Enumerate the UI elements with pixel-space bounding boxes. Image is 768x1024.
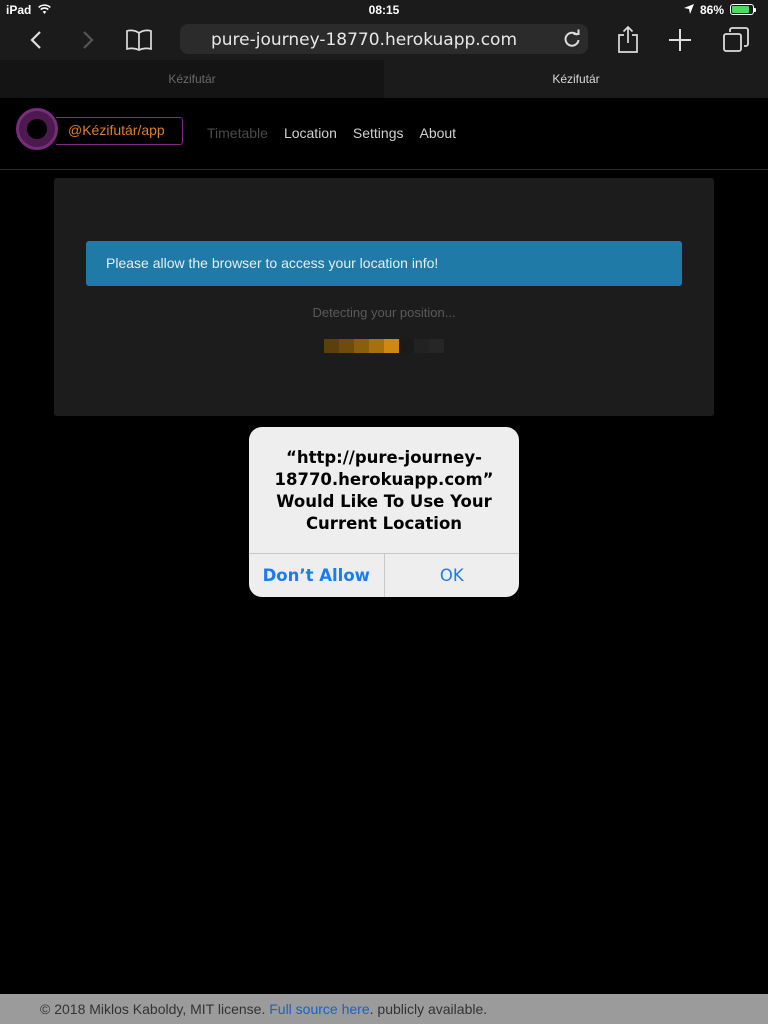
tab-title: Kézifutár (168, 72, 216, 86)
nav-settings[interactable]: Settings (353, 125, 404, 141)
share-button[interactable] (612, 24, 644, 56)
dialog-actions: Don’t Allow OK (249, 553, 519, 597)
battery-fill (732, 6, 750, 13)
ok-button[interactable]: OK (385, 554, 520, 597)
app-logo[interactable]: @Kézifutár/app (16, 108, 183, 150)
tabs-button[interactable] (720, 24, 752, 56)
loader-segment (384, 339, 399, 353)
location-permission-alert: Please allow the browser to access your … (86, 241, 682, 286)
loader-segment (339, 339, 354, 353)
clock: 08:15 (368, 3, 400, 17)
location-arrow-icon (684, 4, 694, 14)
footer-copyright: © 2018 Miklos Kaboldy, MIT license. (40, 1001, 266, 1017)
loader-segment (369, 339, 384, 353)
nav-about[interactable]: About (419, 125, 456, 141)
app-header: @Kézifutár/app Timetable Location Settin… (0, 98, 768, 170)
chevron-left-icon (30, 31, 41, 49)
new-tab-button[interactable] (664, 24, 696, 56)
dialog-title: “http://pure-journey-18770.herokuapp.com… (274, 448, 494, 533)
battery-percentage: 86% (700, 3, 725, 17)
chevron-right-icon (83, 31, 94, 49)
logo-ring-icon (16, 108, 58, 150)
tab-inactive[interactable]: Kézifutár (0, 60, 384, 98)
status-bar: iPad 08:15 86% (0, 0, 768, 20)
loader-segment (324, 339, 339, 353)
bookmarks-button[interactable] (123, 24, 155, 56)
logo-text: @Kézifutár/app (68, 122, 165, 138)
address-bar[interactable]: pure-journey-18770.herokuapp.com (180, 24, 588, 54)
main-nav: Timetable Location Settings About (207, 125, 456, 141)
source-link[interactable]: Full source here (269, 1001, 369, 1017)
detecting-status: Detecting your position... (312, 305, 456, 320)
tabs-icon (723, 27, 749, 52)
dont-allow-button[interactable]: Don’t Allow (249, 554, 385, 597)
loader-segment (414, 339, 429, 353)
footer-suffix: . publicly available. (369, 1001, 488, 1017)
forward-button[interactable] (72, 24, 104, 56)
nav-timetable[interactable]: Timetable (207, 125, 268, 141)
loading-indicator (324, 339, 444, 353)
reload-icon[interactable] (562, 29, 582, 49)
location-permission-dialog: “http://pure-journey-18770.herokuapp.com… (249, 427, 519, 597)
book-icon (126, 29, 152, 51)
footer: © 2018 Miklos Kaboldy, MIT license. Full… (0, 994, 768, 1024)
back-button[interactable] (20, 24, 52, 56)
browser-toolbar: pure-journey-18770.herokuapp.com (0, 20, 768, 60)
battery-icon (730, 4, 756, 15)
tab-active[interactable]: Kézifutár (384, 60, 768, 98)
url-text: pure-journey-18770.herokuapp.com (210, 30, 518, 50)
loader-segment (354, 339, 369, 353)
tab-title: Kézifutár (552, 72, 600, 86)
nav-location[interactable]: Location (284, 125, 337, 141)
plus-icon (669, 29, 691, 51)
loader-segment (399, 339, 414, 353)
tab-strip: Kézifutár × Kézifutár (0, 60, 768, 98)
loader-segment (429, 339, 444, 353)
share-icon (618, 26, 638, 53)
location-card: Please allow the browser to access your … (54, 178, 714, 416)
